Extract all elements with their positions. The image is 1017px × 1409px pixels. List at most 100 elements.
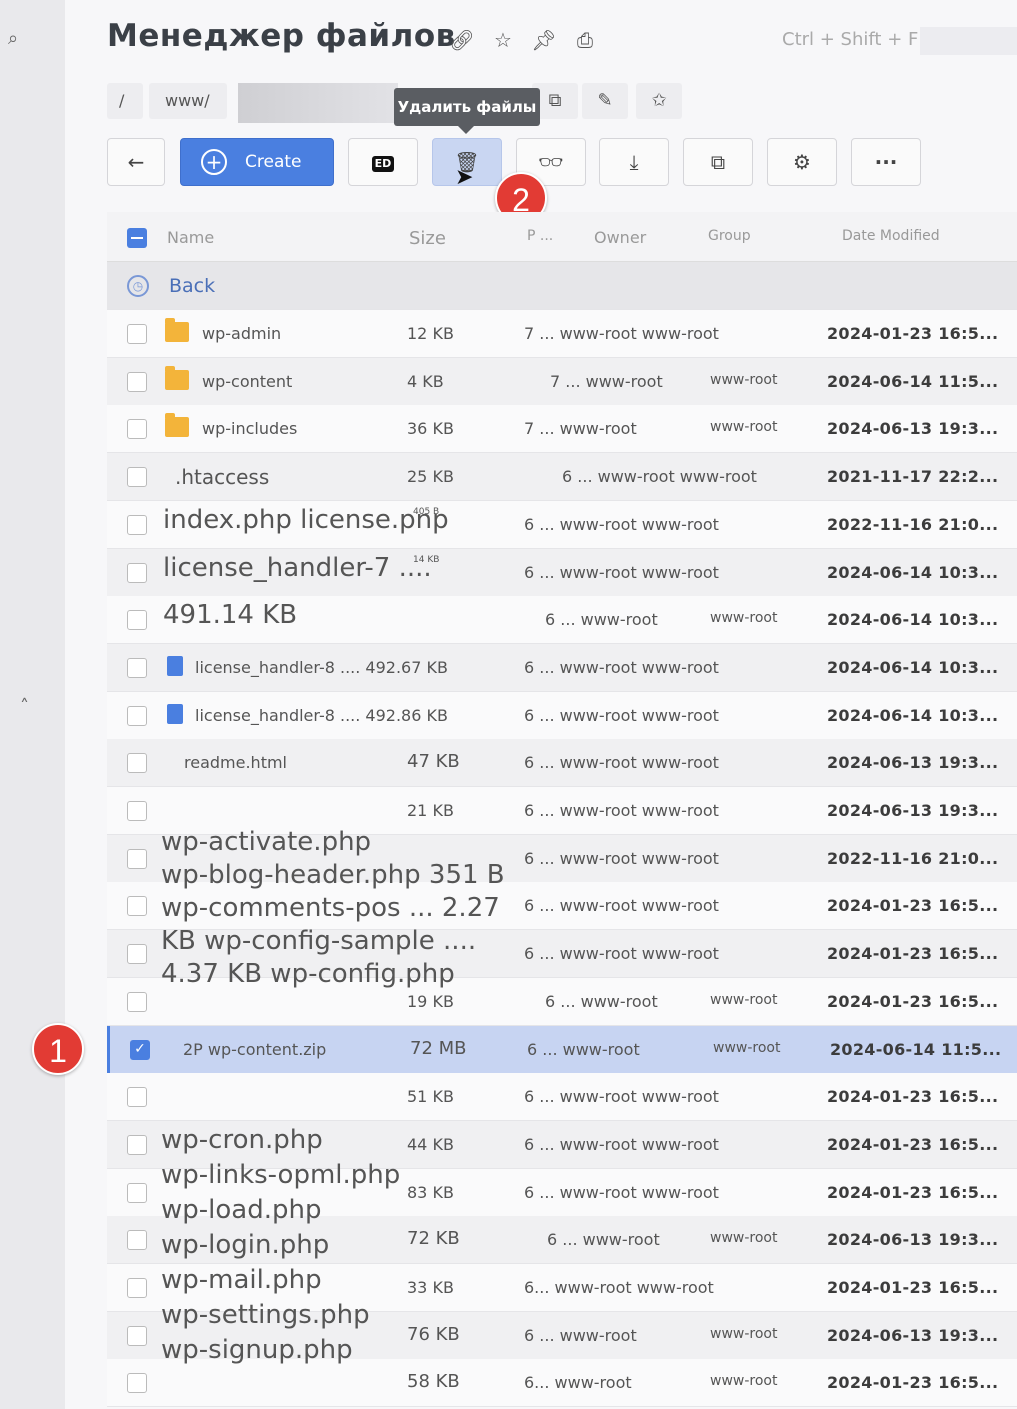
file-name[interactable]: license_handler-8 .... 492.86 KB	[195, 706, 448, 725]
file-date: 2024-06-14 10:3...	[827, 657, 999, 677]
file-perms-owner: 6 ... www-root www-root	[524, 514, 719, 534]
link-icon[interactable]: 🔗︎	[448, 26, 476, 54]
breadcrumb-path-blurred	[238, 83, 398, 123]
row-checkbox[interactable]	[127, 610, 147, 631]
col-date[interactable]: Date Modified	[842, 228, 940, 244]
row-checkbox[interactable]: ✓	[130, 1039, 150, 1060]
table-row[interactable]: wp-content 4 KB 7 ... www-root www-root 2024…	[107, 357, 1017, 406]
download-button[interactable]: ⤓	[599, 138, 669, 186]
file-name[interactable]: 2P wp-content.zip	[183, 1040, 326, 1059]
favorite-path-icon[interactable]: ✩	[636, 83, 682, 119]
row-checkbox[interactable]	[127, 1087, 147, 1108]
table-row[interactable]: readme.html 47 KB 6 ... www-root www-root 2…	[107, 739, 1017, 788]
row-checkbox[interactable]	[127, 1373, 147, 1394]
file-date: 2024-06-13 19:3...	[827, 801, 999, 820]
row-checkbox[interactable]	[127, 991, 147, 1012]
file-date: 2022-11-16 21:0...	[827, 848, 999, 868]
col-group[interactable]: Group	[708, 228, 751, 244]
step-marker-1: 1	[32, 1023, 84, 1075]
file-name[interactable]: .htaccess	[175, 465, 269, 489]
row-checkbox[interactable]	[127, 1278, 147, 1298]
table-row[interactable]: license_handler-7 .... 14 KB 6 ... www-roo…	[107, 548, 1017, 597]
file-size: 36 KB	[407, 419, 454, 439]
file-date: 2024-06-14 10:3...	[827, 705, 999, 725]
col-owner[interactable]: Owner	[594, 228, 646, 247]
overflow-line: wp-login.php	[161, 1230, 330, 1260]
row-checkbox[interactable]	[127, 848, 147, 869]
table-row[interactable]: wp-includes 36 KB 7 ... www-root www-root 20…	[107, 405, 1017, 454]
more-button[interactable]: ···	[851, 138, 921, 186]
row-checkbox[interactable]	[127, 1325, 147, 1346]
row-checkbox[interactable]	[127, 944, 147, 965]
file-date: 2024-01-23 16:5...	[827, 324, 999, 343]
file-size: 25 KB	[407, 467, 454, 487]
create-button[interactable]: + Create	[180, 138, 334, 186]
table-row[interactable]: wp-admin 12 KB 7 ... www-root www-root 2024…	[107, 310, 1017, 358]
row-checkbox[interactable]	[127, 753, 147, 774]
table-row[interactable]: license_handler-8 .... 492.67 KB 6 ... ww…	[107, 643, 1017, 692]
file-perms-owner: 6 ... www-root www-root	[524, 657, 719, 677]
col-name[interactable]: Name	[167, 228, 214, 247]
file-name[interactable]: index.php license.pnp	[163, 505, 449, 535]
search-icon[interactable]: ⌕	[8, 28, 18, 49]
overflow-line: wp-blog-header.php 351 B	[161, 860, 505, 890]
file-name[interactable]: license_handler-7 ....	[163, 553, 432, 583]
row-checkbox[interactable]	[127, 467, 147, 488]
pin-icon[interactable]: 📌︎	[530, 26, 558, 54]
table-row[interactable]: ✓ 2P wp-content.zip 72 MB 6 ... www-root www…	[107, 1025, 1017, 1074]
table-row[interactable]: .htaccess 25 KB 6 ... www-root www-root 202…	[107, 453, 1017, 502]
row-checkbox[interactable]	[127, 562, 147, 583]
col-perms[interactable]: P ...	[527, 228, 553, 244]
overflow-line: wp-comments-pos ... 2.27	[161, 893, 500, 923]
col-size[interactable]: Size	[409, 228, 446, 249]
plus-icon: +	[201, 149, 227, 175]
row-checkbox[interactable]	[127, 657, 147, 678]
file-perms-owner: 6 ... www-root www-root	[524, 848, 719, 868]
breadcrumb-www[interactable]: www/	[149, 83, 227, 119]
file-size: 72 MB	[410, 1037, 467, 1059]
row-checkbox[interactable]	[127, 371, 147, 392]
chevron-up-icon[interactable]: ˄	[20, 696, 29, 717]
row-checkbox[interactable]	[127, 801, 147, 821]
table-row[interactable]: 51 KB 6 ... www-root www-root 2024-01-23 1…	[107, 1073, 1017, 1122]
file-perms-owner: 6 ... www-root	[527, 1039, 640, 1059]
overflow-names-2: wp-cron.php wp-links-opml.php wp-load.ph…	[161, 1123, 400, 1368]
row-checkbox[interactable]	[127, 1230, 147, 1251]
row-checkbox[interactable]	[127, 896, 147, 917]
file-size: 51 KB	[407, 1087, 454, 1107]
table-row[interactable]: index.php license.pnp 405 B 6 ... www-root…	[107, 500, 1017, 549]
file-name[interactable]: 491.14 KB	[163, 600, 297, 630]
copy-button[interactable]: ⧉	[683, 138, 753, 186]
row-checkbox[interactable]	[127, 324, 147, 344]
file-date: 2024-01-23 16:5...	[827, 944, 999, 964]
file-size: 72 KB	[407, 1228, 460, 1250]
back-row[interactable]: ◷ Back	[107, 262, 1017, 310]
row-checkbox[interactable]	[127, 1134, 147, 1155]
table-row[interactable]: 491.14 KB 6 ... www-root www-root 2024-06-1…	[107, 596, 1017, 645]
back-button[interactable]: ←	[107, 138, 165, 186]
settings-button[interactable]: ⚙	[767, 138, 837, 186]
file-group: www-root	[710, 610, 778, 627]
file-name[interactable]: wp-includes	[202, 419, 297, 438]
editor-button[interactable]: ED	[348, 138, 418, 186]
table-row[interactable]: license_handler-8 .... 492.86 KB 6 ... ww…	[107, 691, 1017, 740]
file-perms-owner: 6 ... www-root www-root	[524, 1134, 719, 1154]
file-name[interactable]: wp-content	[202, 372, 292, 391]
export-icon[interactable]: ⎙	[571, 26, 599, 54]
file-size: 21 KB	[407, 801, 454, 820]
file-perms-owner: 6 ... www-root	[524, 1325, 637, 1345]
breadcrumb-root[interactable]: /	[107, 83, 143, 119]
row-checkbox[interactable]	[127, 705, 147, 726]
file-name[interactable]: license_handler-8 .... 492.67 KB	[195, 658, 448, 677]
file-name[interactable]: wp-admin	[202, 324, 281, 343]
select-all-checkbox[interactable]	[127, 228, 147, 248]
file-perms-owner: 6 ... www-root www-root	[524, 705, 719, 725]
overflow-line: wp-signup.php	[161, 1335, 353, 1365]
edit-path-icon[interactable]: ✎	[582, 83, 628, 119]
file-name[interactable]: readme.html	[184, 753, 287, 772]
row-checkbox[interactable]	[127, 1182, 147, 1203]
row-checkbox[interactable]	[127, 419, 147, 440]
star-icon[interactable]: ☆	[489, 26, 517, 54]
row-checkbox[interactable]	[127, 514, 147, 535]
left-rail: ⌕ ˄	[0, 0, 65, 1409]
